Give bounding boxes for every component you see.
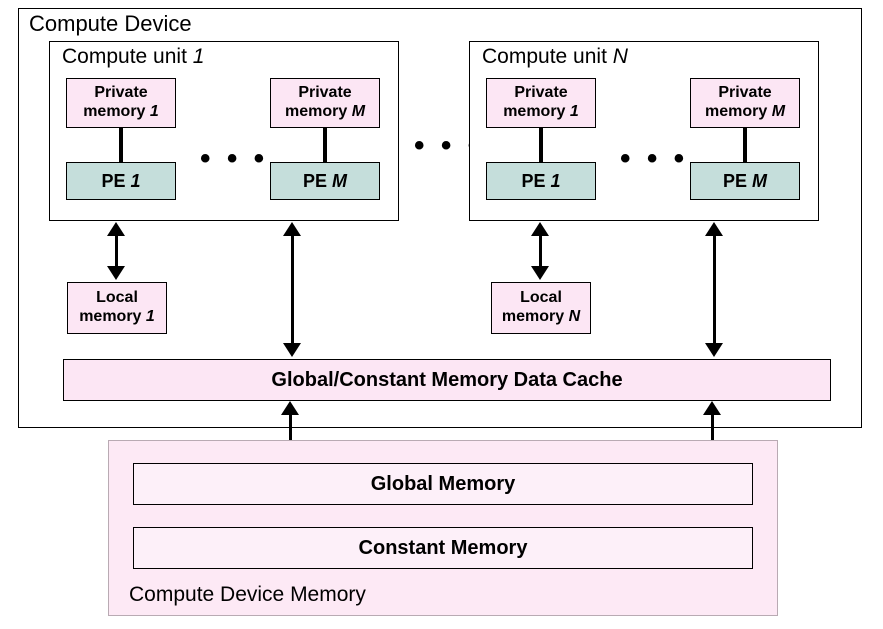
cu1-label-num: 1 bbox=[193, 45, 205, 68]
pe-1-cuN: PE 1 bbox=[486, 162, 596, 200]
cuN-label-num: N bbox=[613, 45, 628, 68]
compute-device-label: Compute Device bbox=[29, 11, 192, 37]
cuN-dots: • • • bbox=[620, 142, 688, 176]
pm-line2-ital: M bbox=[352, 103, 365, 120]
pe-1-cu1: PE 1 bbox=[66, 162, 176, 200]
compute-device-memory-container: Global Memory Constant Memory Compute De… bbox=[108, 440, 778, 616]
cuN-label-text: Compute unit bbox=[482, 45, 613, 68]
pe-ital: M bbox=[752, 171, 767, 191]
connector-pm1-pe1-cu1 bbox=[119, 128, 123, 162]
pm-line2: memory bbox=[83, 103, 150, 120]
cu1-dots: • • • bbox=[200, 142, 268, 176]
pm-line2: memory bbox=[705, 103, 772, 120]
compute-unit-N-label: Compute unit N bbox=[482, 45, 628, 69]
global-memory: Global Memory bbox=[133, 463, 753, 505]
private-memory-M-cu1: Private memory M bbox=[270, 78, 380, 128]
pm-line1: Private bbox=[718, 84, 771, 101]
connector-pmM-peM-cuN bbox=[743, 128, 747, 162]
lm-line1: Local bbox=[520, 289, 562, 306]
connector-pmM-peM-cu1 bbox=[323, 128, 327, 162]
compute-unit-N: Compute unit N Private memory 1 Private … bbox=[469, 41, 819, 221]
compute-device-memory-label: Compute Device Memory bbox=[129, 583, 366, 607]
lm-line2-ital: N bbox=[569, 308, 581, 325]
lm-line2-ital: 1 bbox=[146, 308, 155, 325]
pm-line2: memory bbox=[285, 103, 352, 120]
pm-line2-ital: M bbox=[772, 103, 785, 120]
pm-line2: memory bbox=[503, 103, 570, 120]
private-memory-1-cuN: Private memory 1 bbox=[486, 78, 596, 128]
pe-text: PE bbox=[521, 171, 550, 191]
pm-line1: Private bbox=[514, 84, 567, 101]
lm-line1: Local bbox=[96, 289, 138, 306]
compute-unit-1-label: Compute unit 1 bbox=[62, 45, 204, 69]
pm-line1: Private bbox=[298, 84, 351, 101]
pe-text: PE bbox=[723, 171, 752, 191]
private-memory-1-cu1: Private memory 1 bbox=[66, 78, 176, 128]
local-memory-N: Local memory N bbox=[491, 282, 591, 334]
compute-device-container: Compute Device Compute unit 1 Private me… bbox=[18, 8, 862, 428]
pm-line1: Private bbox=[94, 84, 147, 101]
pe-text: PE bbox=[101, 171, 130, 191]
connector-pm1-pe1-cuN bbox=[539, 128, 543, 162]
constant-memory: Constant Memory bbox=[133, 527, 753, 569]
pm-line2-ital: 1 bbox=[570, 103, 579, 120]
local-memory-1: Local memory 1 bbox=[67, 282, 167, 334]
lm-line2: memory bbox=[502, 308, 569, 325]
pe-M-cu1: PE M bbox=[270, 162, 380, 200]
pe-ital: 1 bbox=[551, 171, 561, 191]
compute-unit-1: Compute unit 1 Private memory 1 Private … bbox=[49, 41, 399, 221]
cu1-label-text: Compute unit bbox=[62, 45, 193, 68]
pe-text: PE bbox=[303, 171, 332, 191]
pe-M-cuN: PE M bbox=[690, 162, 800, 200]
lm-line2: memory bbox=[79, 308, 146, 325]
global-constant-cache: Global/Constant Memory Data Cache bbox=[63, 359, 831, 401]
pm-line2-ital: 1 bbox=[150, 103, 159, 120]
private-memory-M-cuN: Private memory M bbox=[690, 78, 800, 128]
pe-ital: M bbox=[332, 171, 347, 191]
pe-ital: 1 bbox=[131, 171, 141, 191]
